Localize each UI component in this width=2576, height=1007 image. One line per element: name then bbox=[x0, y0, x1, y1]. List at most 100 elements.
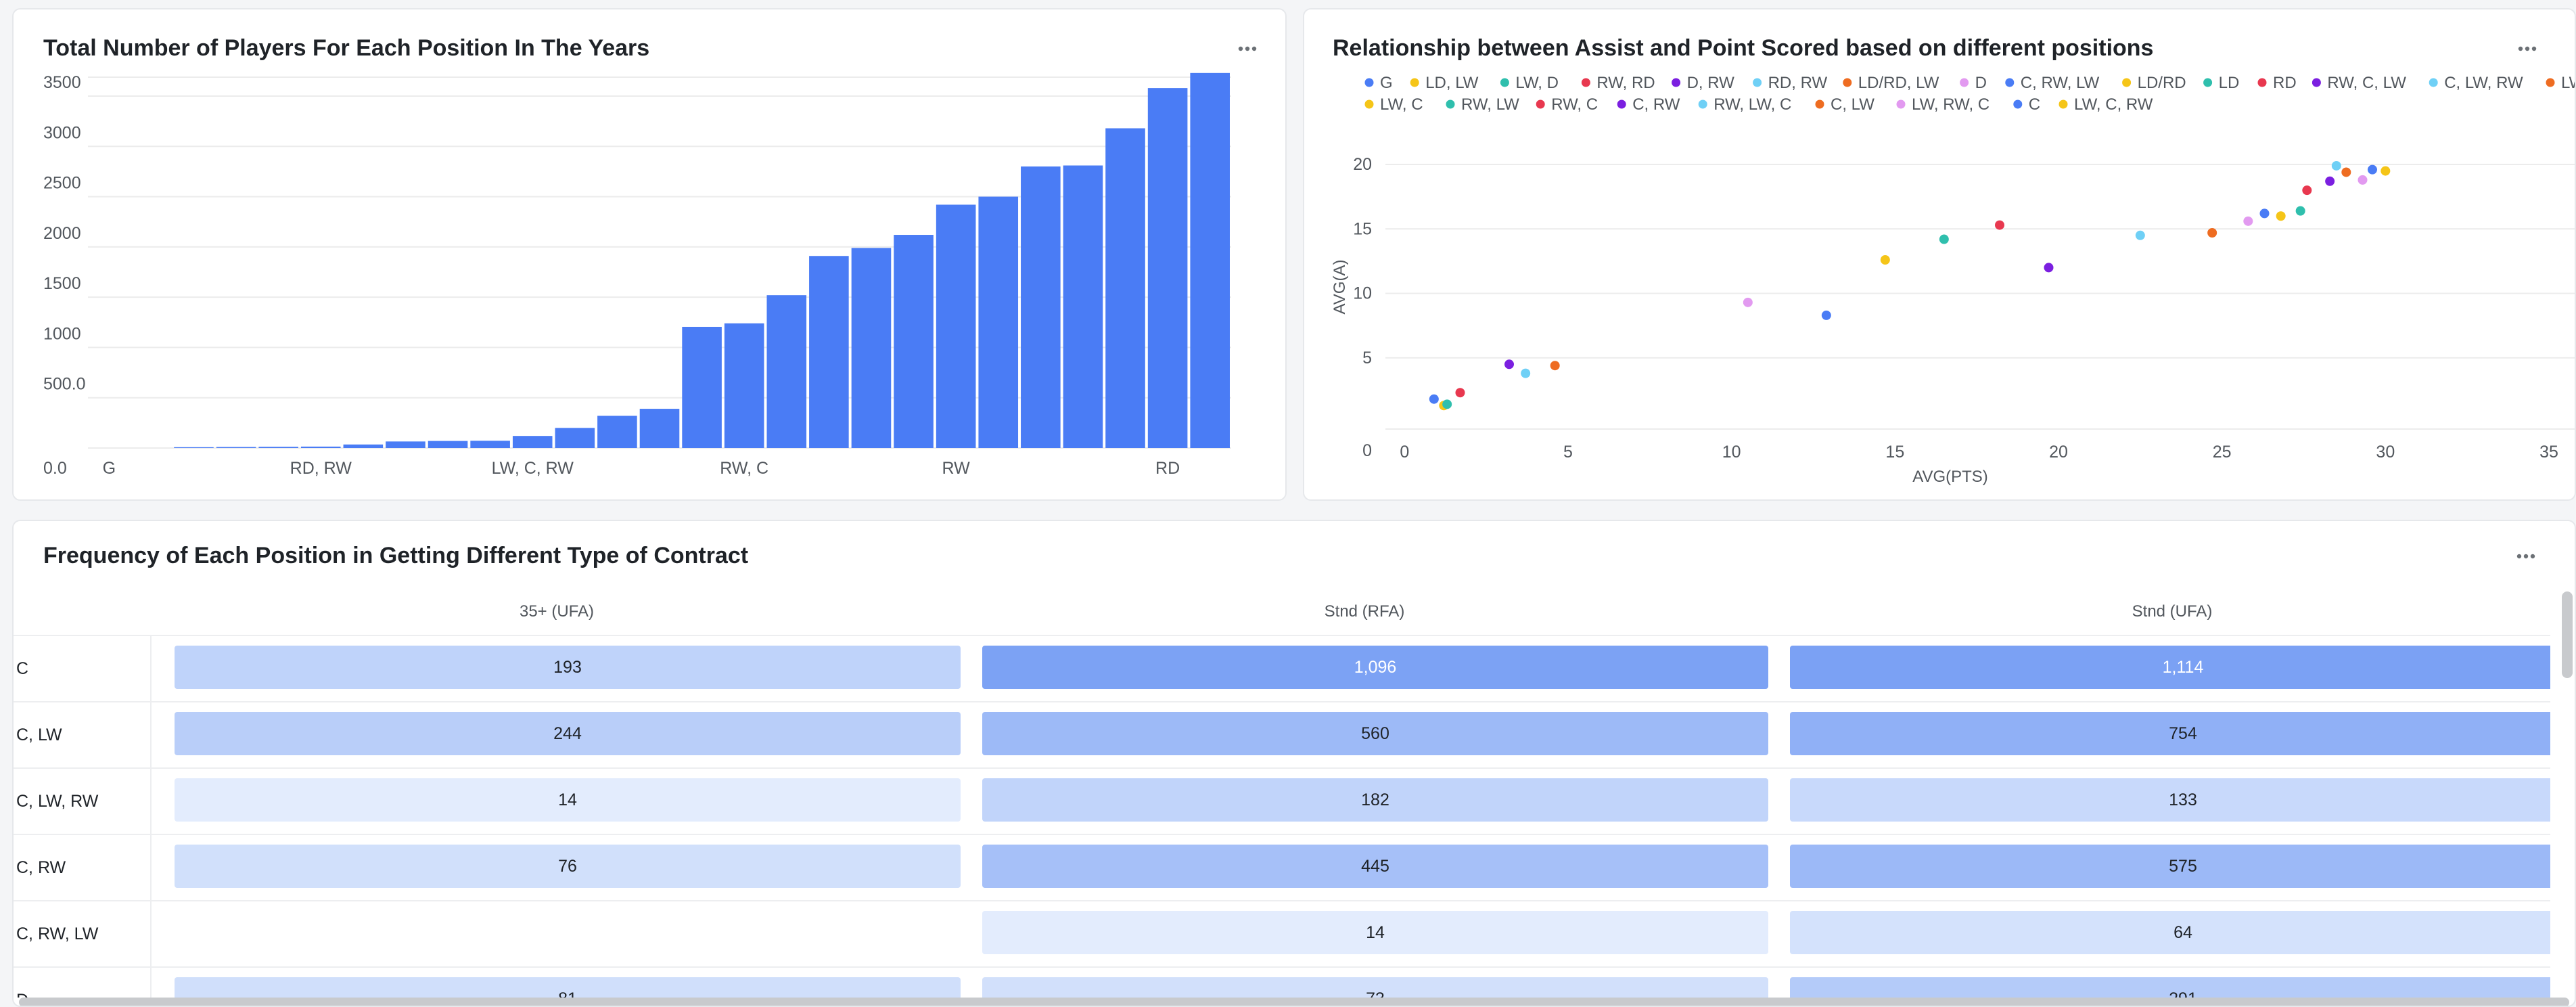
scatter-point[interactable] bbox=[1880, 255, 1890, 265]
scatter-point[interactable] bbox=[2341, 167, 2351, 177]
legend-item[interactable]: RW, LW, C bbox=[1698, 95, 1792, 114]
scatter-point[interactable] bbox=[2243, 216, 2253, 226]
bar[interactable] bbox=[300, 446, 341, 448]
legend-item[interactable]: LD/RD, LW bbox=[1843, 74, 1939, 92]
legend-item[interactable]: RW, C bbox=[1536, 95, 1598, 114]
legend-item[interactable]: LW, RW, C bbox=[1896, 95, 1990, 114]
legend-item[interactable]: RD bbox=[2257, 74, 2297, 92]
scatter-point[interactable] bbox=[1455, 388, 1465, 398]
scatter-point[interactable] bbox=[2207, 228, 2217, 238]
legend-item[interactable]: LW, C bbox=[1364, 95, 1423, 114]
table-cell[interactable]: 64 bbox=[1790, 911, 2550, 954]
scatter-point[interactable] bbox=[2302, 185, 2312, 196]
bar[interactable] bbox=[174, 447, 214, 448]
bar[interactable] bbox=[682, 326, 722, 448]
bar[interactable] bbox=[1147, 88, 1188, 449]
table-cell[interactable]: 73 bbox=[982, 977, 1768, 998]
scatter-point[interactable] bbox=[1429, 394, 1439, 404]
legend-item[interactable]: C, RW bbox=[1617, 95, 1680, 114]
scatter-point[interactable] bbox=[1521, 368, 1531, 378]
column-header[interactable]: Stnd (UFA) bbox=[1779, 589, 2550, 635]
scatter-point[interactable] bbox=[1743, 297, 1753, 307]
table-cell[interactable]: 14 bbox=[175, 778, 961, 822]
legend-item[interactable]: RW, RD bbox=[1581, 74, 1655, 92]
bar[interactable] bbox=[766, 295, 807, 448]
scatter-point[interactable] bbox=[2331, 160, 2341, 171]
bar[interactable] bbox=[1063, 165, 1103, 448]
legend-item[interactable]: RD, RW bbox=[1753, 74, 1827, 92]
scatter-point[interactable] bbox=[1504, 359, 1514, 370]
legend-item[interactable]: C, LW bbox=[1815, 95, 1875, 114]
legend-item[interactable]: LW bbox=[2546, 74, 2576, 92]
legend-item[interactable]: RW, C, LW bbox=[2312, 74, 2406, 92]
bar[interactable] bbox=[512, 436, 553, 448]
scatter-point[interactable] bbox=[2135, 230, 2145, 240]
table-cell[interactable]: 754 bbox=[1790, 712, 2550, 755]
table-cell[interactable]: 1,114 bbox=[1790, 646, 2550, 689]
scatter-point[interactable] bbox=[1442, 399, 1452, 409]
bar[interactable] bbox=[978, 196, 1019, 448]
bar[interactable] bbox=[597, 416, 637, 448]
legend-item[interactable]: LW, C, RW bbox=[2058, 95, 2153, 114]
scatter-point[interactable] bbox=[2295, 206, 2305, 216]
scatter-point[interactable] bbox=[2276, 211, 2286, 221]
bar[interactable] bbox=[894, 235, 934, 448]
table-cell[interactable]: 1,096 bbox=[982, 646, 1768, 689]
table-cell[interactable]: 244 bbox=[175, 712, 961, 755]
bar[interactable] bbox=[428, 441, 468, 448]
legend-item[interactable]: G bbox=[1364, 74, 1393, 92]
table-cell[interactable] bbox=[175, 911, 961, 954]
bar[interactable] bbox=[1190, 72, 1230, 449]
legend-swatch bbox=[1698, 99, 1707, 109]
scatter-point[interactable] bbox=[1939, 234, 1949, 244]
vertical-scrollbar-thumb[interactable] bbox=[2562, 591, 2573, 678]
legend-item[interactable]: C bbox=[2013, 95, 2040, 114]
legend-item[interactable]: LD/RD bbox=[2122, 74, 2186, 92]
bar[interactable] bbox=[724, 323, 764, 448]
legend-item[interactable]: LD, LW bbox=[1410, 74, 1479, 92]
bar[interactable] bbox=[639, 409, 680, 448]
card-menu-button[interactable] bbox=[2507, 537, 2545, 575]
column-header[interactable]: 35+ (UFA) bbox=[164, 589, 950, 635]
horizontal-scrollbar-thumb[interactable] bbox=[19, 998, 2569, 1006]
bar[interactable] bbox=[1021, 166, 1061, 448]
legend-item[interactable]: LD bbox=[2203, 74, 2239, 92]
scatter-point[interactable] bbox=[1550, 361, 1560, 371]
table-cell[interactable]: 81 bbox=[175, 977, 961, 998]
bar[interactable] bbox=[851, 248, 892, 448]
table-cell[interactable]: 575 bbox=[1790, 845, 2550, 888]
table-cell[interactable]: 291 bbox=[1790, 977, 2550, 998]
table-cell[interactable]: 14 bbox=[982, 911, 1768, 954]
scatter-point[interactable] bbox=[2325, 176, 2335, 186]
legend-item[interactable]: C, RW, LW bbox=[2005, 74, 2100, 92]
scatter-point[interactable] bbox=[2380, 166, 2391, 176]
bar[interactable] bbox=[258, 447, 298, 448]
scatter-point[interactable] bbox=[1995, 220, 2004, 230]
table-cell[interactable]: 193 bbox=[175, 646, 961, 689]
contract-frequency-card: Frequency of Each Position in Getting Di… bbox=[12, 520, 2576, 1007]
table-cell[interactable]: 182 bbox=[982, 778, 1768, 822]
bar[interactable] bbox=[809, 256, 849, 448]
bar[interactable] bbox=[1105, 128, 1145, 449]
legend-item[interactable]: C, LW, RW bbox=[2429, 74, 2523, 92]
scatter-point[interactable] bbox=[2259, 208, 2270, 219]
scatter-point[interactable] bbox=[2044, 263, 2054, 273]
legend-item[interactable]: D, RW bbox=[1672, 74, 1734, 92]
column-header[interactable]: Stnd (RFA) bbox=[971, 589, 1757, 635]
bar[interactable] bbox=[343, 444, 384, 448]
table-cell[interactable]: 133 bbox=[1790, 778, 2550, 822]
bar[interactable] bbox=[936, 204, 976, 448]
legend-item[interactable]: RW, LW bbox=[1446, 95, 1520, 114]
bar[interactable] bbox=[386, 441, 426, 448]
scatter-point[interactable] bbox=[2368, 164, 2377, 175]
table-cell[interactable]: 560 bbox=[982, 712, 1768, 755]
bar[interactable] bbox=[555, 428, 595, 448]
table-cell[interactable]: 76 bbox=[175, 845, 961, 888]
scatter-point[interactable] bbox=[2358, 175, 2368, 185]
bar[interactable] bbox=[216, 447, 256, 448]
bar[interactable] bbox=[470, 441, 510, 448]
scatter-point[interactable] bbox=[1821, 310, 1831, 320]
legend-item[interactable]: LW, D bbox=[1500, 74, 1559, 92]
legend-item[interactable]: D bbox=[1960, 74, 1987, 92]
table-cell[interactable]: 445 bbox=[982, 845, 1768, 888]
